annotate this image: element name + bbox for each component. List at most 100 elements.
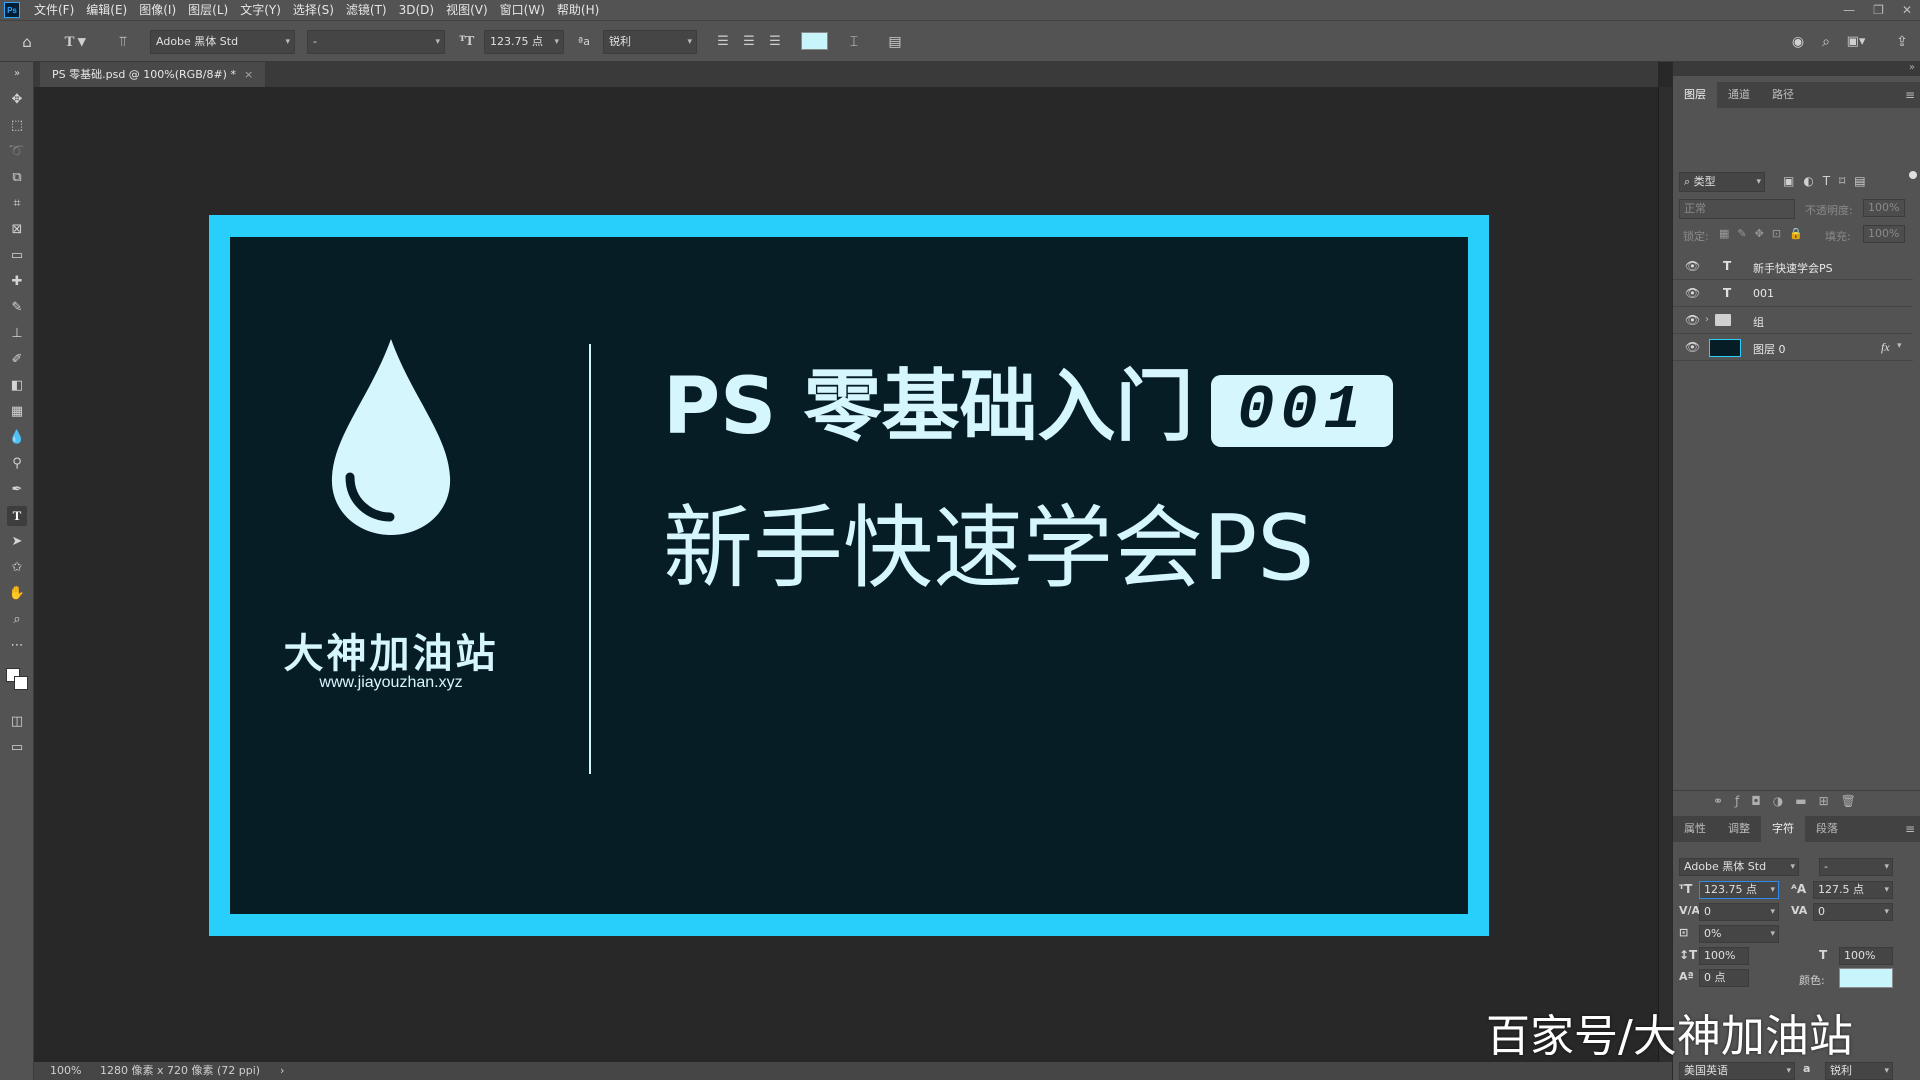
menu-image[interactable]: 图像(I) <box>133 0 182 20</box>
marquee-tool-icon[interactable]: ⬚ <box>7 116 27 136</box>
filter-toggle-icon[interactable] <box>1909 171 1917 179</box>
artwork-background[interactable]: 大神加油站 www.jiayouzhan.xyz PS 零基础入门 001 新手… <box>230 237 1468 914</box>
menu-view[interactable]: 视图(V) <box>440 0 494 20</box>
pen-tool-icon[interactable]: ✒ <box>7 480 27 500</box>
close-icon[interactable]: ✕ <box>1902 0 1912 20</box>
char-font-family-select[interactable]: Adobe 黑体 Std ▾ <box>1679 858 1799 876</box>
menu-filter[interactable]: 滤镜(T) <box>340 0 393 20</box>
antialias-select[interactable]: 锐利 ▾ <box>603 30 697 54</box>
dodge-tool-icon[interactable]: ⚲ <box>7 454 27 474</box>
close-tab-icon[interactable]: × <box>244 68 253 81</box>
layer-name[interactable]: 新手快速学会PS <box>1753 260 1833 276</box>
eye-icon[interactable]: 👁 <box>1685 286 1700 300</box>
font-style-select[interactable]: - ▾ <box>307 30 445 54</box>
status-menu-arrow-icon[interactable]: › <box>280 1062 284 1080</box>
align-center-icon[interactable]: ☰ <box>738 30 760 54</box>
clone-stamp-tool-icon[interactable]: ⊥ <box>7 324 27 344</box>
blend-mode-select[interactable]: 正常 <box>1679 199 1795 219</box>
user-icon[interactable]: ◉ <box>1787 30 1809 54</box>
panel-collapse-icon[interactable]: » <box>1673 62 1920 76</box>
ruler-tool-icon[interactable]: ▭ <box>7 246 27 266</box>
blur-tool-icon[interactable]: 💧 <box>7 428 27 448</box>
quick-mask-icon[interactable]: ◫ <box>7 712 27 732</box>
menu-layer[interactable]: 图层(L) <box>182 0 234 20</box>
panel-menu-icon[interactable]: ≡ <box>1905 82 1915 108</box>
layer-filter-icons[interactable]: ▣◐T⌑▤ <box>1783 174 1875 188</box>
zoom-level[interactable]: 100% <box>50 1062 81 1080</box>
type-tool-icon[interactable]: T <box>7 506 27 526</box>
char-baseline-input[interactable]: 0 点 <box>1699 969 1749 987</box>
menu-edit[interactable]: 编辑(E) <box>80 0 133 20</box>
char-font-style-select[interactable]: - ▾ <box>1819 858 1893 876</box>
workspace-icon[interactable]: ▣▾ <box>1845 30 1867 54</box>
vertical-scrollbar[interactable] <box>1658 87 1672 1062</box>
path-select-tool-icon[interactable]: ➤ <box>7 532 27 552</box>
align-right-icon[interactable]: ☰ <box>764 30 786 54</box>
tab-paragraph[interactable]: 段落 <box>1805 816 1849 842</box>
eye-icon[interactable]: 👁 <box>1685 340 1700 354</box>
char-color-swatch[interactable] <box>1839 968 1893 988</box>
zoom-tool-icon[interactable]: ⌕ <box>7 610 27 630</box>
more-tools-icon[interactable]: ⋯ <box>7 636 27 656</box>
layer-row[interactable]: 👁 图层 0 fx ▾ <box>1673 335 1913 361</box>
hand-tool-icon[interactable]: ✋ <box>7 584 27 604</box>
text-color-swatch[interactable] <box>801 32 828 50</box>
char-antialias-select[interactable]: 锐利 ▾ <box>1825 1062 1893 1080</box>
font-family-select[interactable]: Adobe 黑体 Std ▾ <box>150 30 295 54</box>
frame-tool-icon[interactable]: ⊠ <box>7 220 27 240</box>
chevron-down-icon[interactable]: ▾ <box>1897 341 1902 351</box>
collapse-toolbox-icon[interactable]: » <box>7 64 27 84</box>
tab-paths[interactable]: 路径 <box>1761 82 1805 108</box>
move-tool-icon[interactable]: ✥ <box>7 90 27 110</box>
layer-name[interactable]: 001 <box>1753 287 1774 300</box>
toggle-text-orientation-icon[interactable]: ⫪ <box>112 30 134 54</box>
char-hscale-input[interactable]: 100% <box>1839 947 1893 965</box>
lock-icons[interactable]: ▦✎✥⊡🔒 <box>1719 227 1811 240</box>
artwork-border[interactable]: 大神加油站 www.jiayouzhan.xyz PS 零基础入门 001 新手… <box>209 215 1489 936</box>
char-tracking-input[interactable]: 0 ▾ <box>1813 903 1893 921</box>
char-spacing-input[interactable]: 0% ▾ <box>1699 925 1779 943</box>
char-kerning-input[interactable]: 0 ▾ <box>1699 903 1779 921</box>
layer-row[interactable]: 👁 T 001 <box>1673 281 1913 307</box>
fx-icon[interactable]: fx <box>1881 340 1890 355</box>
object-select-tool-icon[interactable]: ⧉ <box>7 168 27 188</box>
shape-tool-icon[interactable]: ✩ <box>7 558 27 578</box>
expand-group-icon[interactable]: › <box>1705 314 1709 325</box>
eye-icon[interactable]: 👁 <box>1685 313 1700 327</box>
layer-row[interactable]: 👁 › 组 <box>1673 308 1913 334</box>
crop-tool-icon[interactable]: ⌗ <box>7 194 27 214</box>
panel-menu-icon[interactable]: ≡ <box>1905 816 1915 842</box>
fill-input[interactable]: 100% <box>1863 225 1905 243</box>
share-icon[interactable]: ⇪ <box>1891 30 1913 54</box>
align-left-icon[interactable]: ☰ <box>712 30 734 54</box>
tab-layers[interactable]: 图层 <box>1673 82 1717 108</box>
eye-icon[interactable]: 👁 <box>1685 259 1700 273</box>
layer-filter-select[interactable]: ⌕ 类型 ▾ <box>1679 172 1765 192</box>
layer-name[interactable]: 图层 0 <box>1753 341 1786 357</box>
character-panel-toggle-icon[interactable]: ▤ <box>884 30 906 54</box>
type-tool-preset-icon[interactable]: T ▾ <box>58 30 92 54</box>
layer-row[interactable]: 👁 T 新手快速学会PS <box>1673 254 1913 280</box>
tab-channels[interactable]: 通道 <box>1717 82 1761 108</box>
layer-name[interactable]: 组 <box>1753 314 1764 330</box>
eraser-tool-icon[interactable]: ◧ <box>7 376 27 396</box>
gradient-tool-icon[interactable]: ▦ <box>7 402 27 422</box>
history-brush-tool-icon[interactable]: ✐ <box>7 350 27 370</box>
menu-help[interactable]: 帮助(H) <box>551 0 605 20</box>
layer-actions-bar[interactable]: ⚭ƒ◘◑▬⊞🗑 <box>1713 794 1868 808</box>
search-icon[interactable]: ⌕ <box>1815 30 1837 54</box>
background-color-swatch[interactable] <box>14 676 28 690</box>
char-leading-input[interactable]: 127.5 点 ▾ <box>1813 881 1893 899</box>
char-size-input[interactable]: 123.75 点 ▾ <box>1699 881 1779 899</box>
menu-type[interactable]: 文字(Y) <box>234 0 287 20</box>
tab-character[interactable]: 字符 <box>1761 816 1805 842</box>
healing-brush-tool-icon[interactable]: ✚ <box>7 272 27 292</box>
tab-adjustments[interactable]: 调整 <box>1717 816 1761 842</box>
font-size-select[interactable]: 123.75 点 ▾ <box>484 30 564 54</box>
minimize-icon[interactable]: — <box>1843 0 1855 20</box>
opacity-input[interactable]: 100% <box>1863 199 1905 217</box>
home-icon[interactable]: ⌂ <box>16 30 38 54</box>
warp-text-icon[interactable]: ⌶ <box>843 30 865 54</box>
menu-select[interactable]: 选择(S) <box>287 0 340 20</box>
lasso-tool-icon[interactable]: ➰ <box>7 142 27 162</box>
